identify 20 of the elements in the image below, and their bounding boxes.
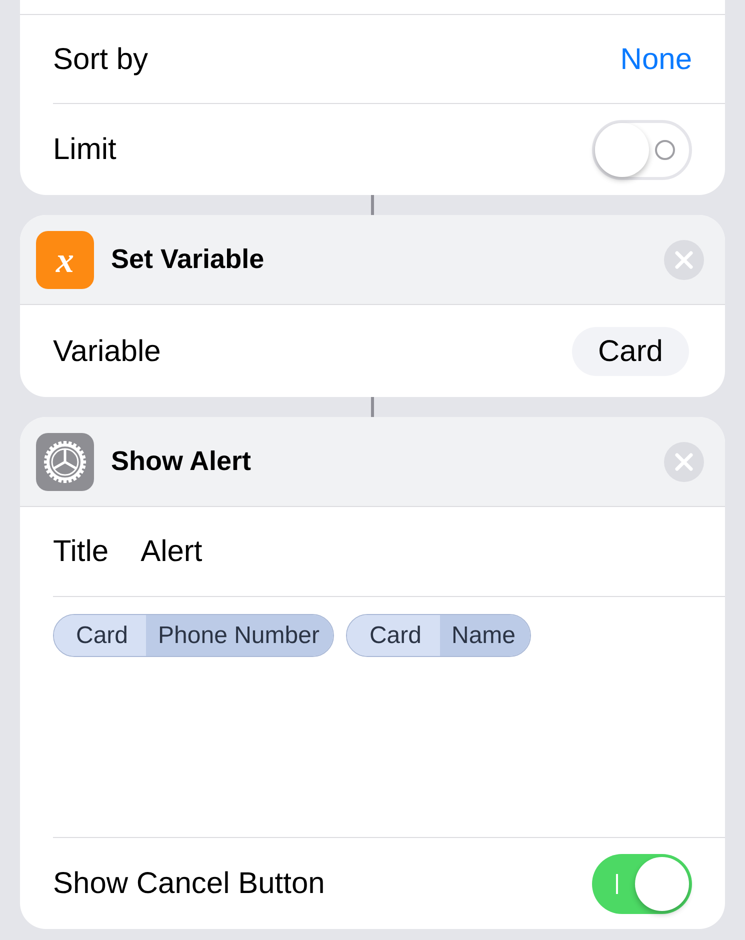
variable-token[interactable]: Card Name [346, 614, 531, 657]
row-label: Variable [53, 334, 161, 370]
variable-icon: x [36, 230, 94, 288]
row-label: Sort by [53, 42, 148, 78]
title-field[interactable]: Alert [140, 529, 202, 574]
action-title: Show Alert [111, 445, 252, 478]
action-title: Set Variable [111, 243, 266, 276]
close-icon [675, 452, 693, 470]
row-label: Title [53, 534, 109, 570]
row-label: Limit [53, 132, 116, 168]
row-label: Show Cancel Button [53, 866, 325, 902]
toggle-switch[interactable] [592, 120, 692, 180]
variable-token[interactable]: Card [572, 326, 689, 376]
value-link[interactable]: None [620, 36, 692, 82]
close-button[interactable] [664, 240, 704, 280]
close-icon [675, 250, 693, 268]
variable-token[interactable]: Card Phone Number [53, 614, 334, 657]
close-button[interactable] [664, 442, 704, 482]
gear-icon [36, 432, 94, 490]
toggle-switch[interactable] [592, 854, 692, 914]
